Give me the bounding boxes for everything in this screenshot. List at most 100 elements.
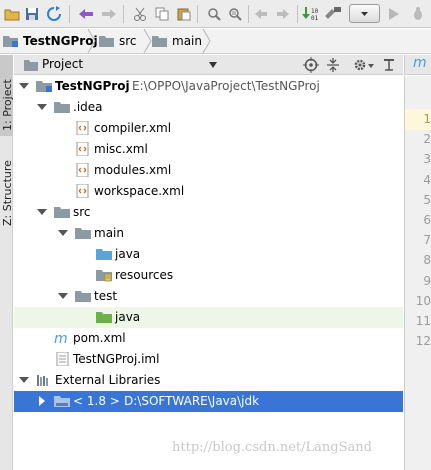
run-configuration-dropdown[interactable] — [349, 4, 380, 23]
tool-window-tab-label: 1: Project — [1, 79, 14, 131]
line-number: 5 — [423, 192, 431, 207]
project-view-selector[interactable] — [38, 55, 224, 74]
breadcrumb-item-project[interactable]: TestNGProj — [3, 29, 98, 53]
line-number: 4 — [423, 172, 431, 187]
expanded-arrow-icon[interactable] — [19, 81, 29, 91]
expanded-arrow-icon[interactable] — [58, 291, 68, 301]
tree-item-test[interactable]: test — [14, 286, 403, 307]
expanded-arrow-icon[interactable] — [19, 375, 29, 385]
back-navigation-icon[interactable] — [252, 5, 270, 23]
breadcrumb-label: main — [172, 34, 202, 48]
debug-icon[interactable] — [409, 5, 427, 23]
run-icon[interactable] — [384, 5, 402, 23]
tree-item-idea[interactable]: .idea — [14, 97, 403, 118]
collapsed-arrow-icon[interactable] — [37, 396, 47, 406]
toolbar-separator — [69, 5, 70, 23]
line-number: 11 — [415, 314, 431, 328]
tree-item-main[interactable]: main — [14, 223, 403, 244]
breadcrumb-item-main[interactable]: main — [152, 29, 202, 53]
editor-tab-bar: m — [404, 55, 431, 75]
breadcrumb-item-src[interactable]: src — [99, 29, 137, 53]
toolbar-separator — [248, 5, 249, 23]
tree-item-resources[interactable]: resources — [14, 265, 403, 286]
svg-text:m: m — [54, 331, 68, 345]
resources-folder-icon — [96, 270, 112, 282]
tree-item-modules-xml[interactable]: modules.xml — [14, 160, 403, 181]
open-folder-icon[interactable] — [3, 5, 21, 23]
hide-panel-icon[interactable] — [381, 57, 397, 73]
tree-item-test-java[interactable]: java — [14, 307, 403, 328]
synchronize-icon[interactable] — [45, 5, 63, 23]
make-project-icon[interactable]: 10 01 — [301, 5, 319, 23]
toolbar-separator — [123, 5, 124, 23]
line-number: 3 — [423, 152, 431, 167]
tree-item-pom-xml[interactable]: m pom.xml — [14, 328, 403, 349]
forward-icon[interactable] — [100, 5, 118, 23]
xml-file-icon — [76, 184, 89, 198]
breadcrumb-separator-icon — [87, 29, 96, 53]
navigation-bar: TestNGProj src main — [0, 29, 431, 54]
tree-item-label: TestNGProj — [55, 79, 130, 93]
folder-icon — [152, 36, 167, 47]
line-number: 1 — [423, 112, 431, 126]
libraries-icon — [37, 375, 48, 386]
expanded-arrow-icon[interactable] — [58, 228, 68, 238]
line-number: 7 — [423, 233, 431, 248]
test-folder-icon — [96, 312, 112, 323]
project-folder-icon — [36, 81, 52, 92]
save-all-icon[interactable] — [23, 5, 41, 23]
jdk-icon — [54, 396, 70, 407]
tree-item-main-java[interactable]: java — [14, 244, 403, 265]
folder-icon — [99, 36, 114, 47]
copy-icon[interactable] — [153, 5, 171, 23]
replace-icon[interactable] — [226, 5, 244, 23]
tree-item-workspace-xml[interactable]: workspace.xml — [14, 181, 403, 202]
toolbar-separator — [197, 5, 198, 23]
project-panel-header: Project — [14, 55, 403, 75]
panel-settings-icon[interactable] — [353, 57, 375, 73]
tool-window-tab-project[interactable]: 1: Project — [0, 55, 14, 136]
tree-item-label: pom.xml — [73, 331, 126, 345]
expanded-arrow-icon[interactable] — [37, 207, 47, 217]
project-view-icon — [24, 60, 38, 71]
tree-item-label: java — [115, 310, 141, 324]
tree-item-jdk[interactable]: < 1.8 > D:\SOFTWARE\Java\jdk — [14, 391, 403, 412]
line-number: 12 — [415, 334, 431, 349]
paste-icon[interactable] — [175, 5, 193, 23]
tool-window-tab-structure[interactable]: Z: Structure — [0, 143, 14, 231]
line-number: 9 — [423, 273, 431, 288]
xml-file-icon — [76, 142, 89, 156]
folder-icon — [75, 228, 91, 239]
tree-item-label: .idea — [73, 100, 103, 114]
tree-item-label: test — [94, 289, 118, 303]
find-icon[interactable] — [205, 5, 223, 23]
tree-item-label: compiler.xml — [94, 121, 172, 135]
tree-item-src[interactable]: src — [14, 202, 403, 223]
expanded-arrow-icon[interactable] — [37, 102, 47, 112]
breadcrumb-separator-icon — [143, 29, 152, 53]
folder-icon — [54, 102, 70, 113]
collapse-all-icon[interactable] — [325, 57, 341, 73]
tool-window-strip: 1: Project Z: Structure — [0, 55, 14, 470]
main-toolbar: 10 01 — [0, 0, 431, 28]
editor-tab-maven-glyph[interactable]: m — [413, 55, 427, 71]
scroll-from-source-icon[interactable] — [303, 57, 319, 73]
tree-item-label: workspace.xml — [94, 184, 185, 198]
tree-item-iml[interactable]: TestNGProj.iml — [14, 349, 403, 370]
editor-gutter: 1 2 3 4 5 6 7 8 9 10 11 12 — [404, 76, 431, 470]
back-icon[interactable] — [77, 5, 95, 23]
forward-navigation-icon[interactable] — [274, 5, 292, 23]
cut-icon[interactable] — [131, 5, 149, 23]
tool-window-tab-label: Z: Structure — [1, 160, 14, 226]
tree-item-label: < 1.8 > — [73, 394, 120, 408]
line-number: 8 — [423, 253, 431, 268]
tree-item-external-libraries[interactable]: External Libraries — [14, 370, 403, 391]
xml-file-icon — [76, 121, 89, 135]
tree-item-project-root[interactable]: TestNGProj E:\OPPO\JavaProject\TestNGPro… — [14, 76, 403, 97]
tree-item-compiler-xml[interactable]: compiler.xml — [14, 118, 403, 139]
watermark: http://blog.csdn.net/LangSand — [172, 440, 372, 455]
build-icon[interactable] — [323, 5, 343, 23]
line-number: 2 — [423, 132, 431, 147]
project-folder-icon — [3, 36, 18, 47]
tree-item-misc-xml[interactable]: misc.xml — [14, 139, 403, 160]
